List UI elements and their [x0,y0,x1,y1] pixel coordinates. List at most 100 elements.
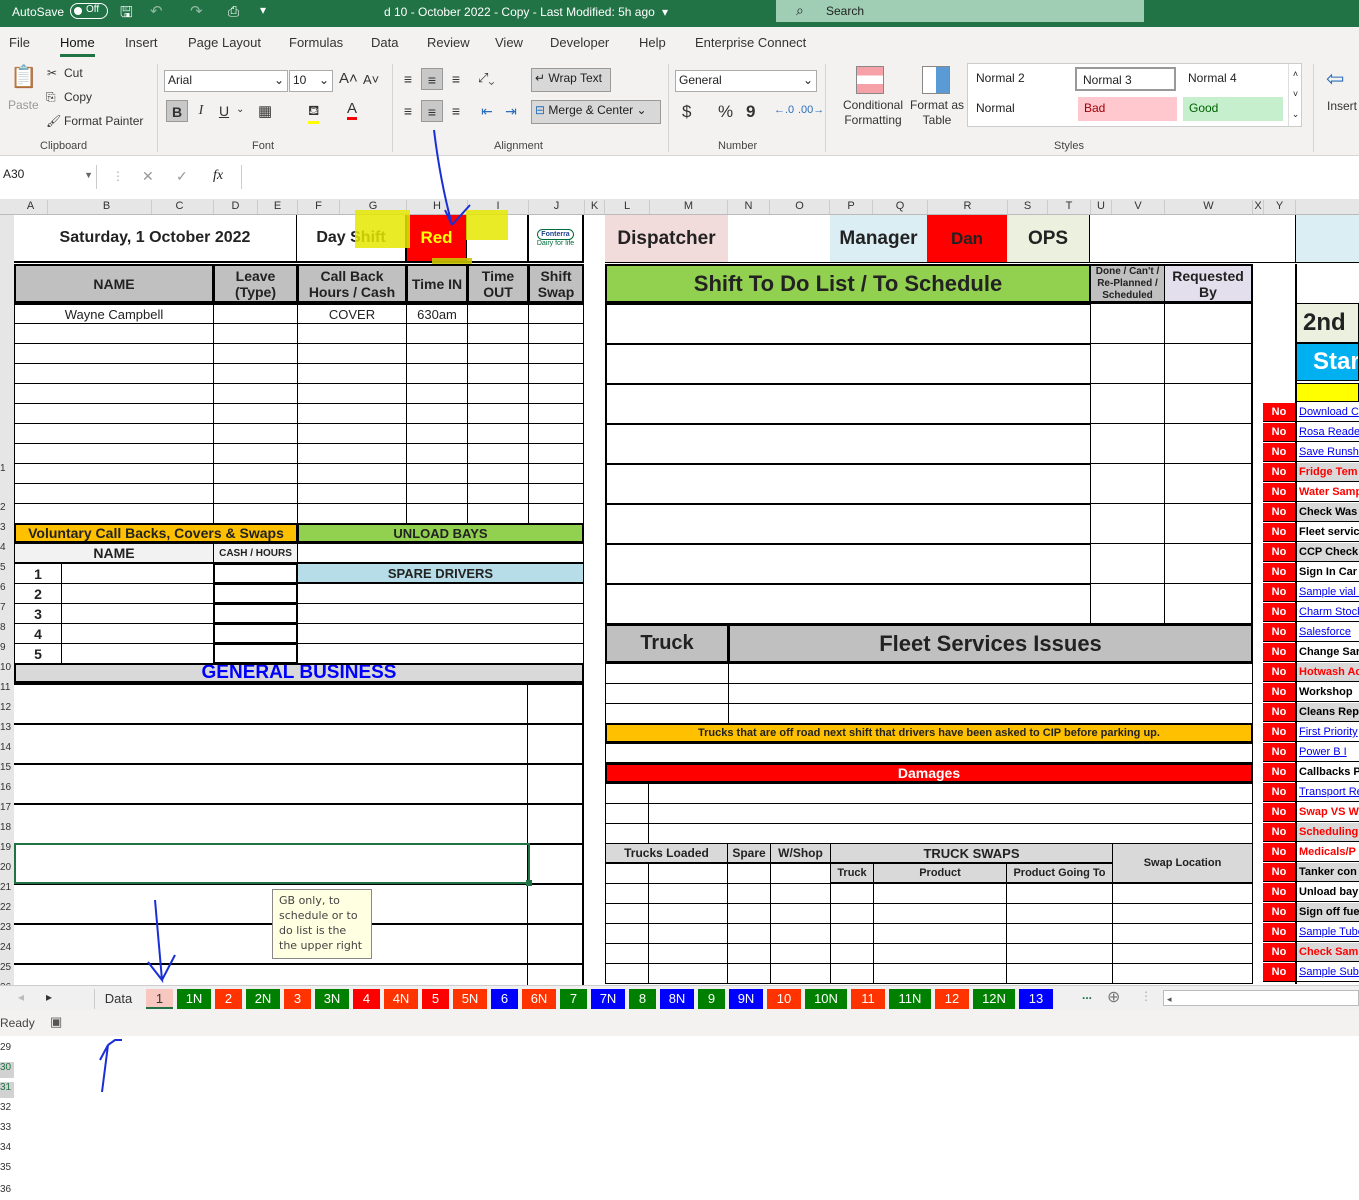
truck-swap-cell[interactable] [1006,883,1113,904]
row-header-19[interactable]: 19 [0,842,14,858]
undo-icon[interactable]: ↶ [150,2,163,20]
truck-swap-cell[interactable] [605,883,649,904]
column-header-h[interactable]: H [407,200,468,214]
sheet-tab-3[interactable]: 3 [284,989,311,1009]
accessibility-icon[interactable]: ▣ [50,1014,62,1030]
selected-cell-a30[interactable] [14,843,530,884]
increase-indent-icon[interactable]: ⇥ [500,100,522,122]
truck-swap-cell[interactable] [873,963,1007,984]
roster-swap-cell[interactable] [528,403,584,424]
truck-swap-cell[interactable] [727,963,771,984]
row-header-9[interactable]: 9 [0,642,14,658]
tab-splitter[interactable]: ⋮ [1140,989,1152,1003]
sheet-tab-9[interactable]: 9 [698,989,725,1009]
roster-callback-cell[interactable] [297,403,407,424]
todo-item-cell[interactable] [605,503,1091,544]
increase-decimal-icon[interactable]: ←.0 [774,104,794,116]
borders-icon[interactable]: ▦ [258,102,272,120]
roster-callback-cell[interactable] [297,443,407,464]
roster-time_out-cell[interactable] [467,383,529,404]
truck-swap-cell[interactable] [648,883,728,904]
roster-time_in-cell[interactable] [406,323,468,344]
truck-swap-cell[interactable] [648,903,728,924]
dispatcher-value[interactable] [728,215,831,263]
roster-time_out-cell[interactable] [467,403,529,424]
truck-swap-cell[interactable] [873,903,1007,924]
roster-time_out-cell[interactable] [467,323,529,344]
voluntary-cash-cell[interactable] [213,623,298,644]
damage-desc-cell[interactable] [648,823,1253,844]
align-left-icon[interactable]: ≡ [397,100,419,122]
sheet-tab-13[interactable]: 13 [1019,989,1053,1009]
trucks-loaded-cell[interactable] [727,863,771,884]
general-business-cell[interactable] [14,723,529,764]
row-header-17[interactable]: 17 [0,802,14,818]
todo-item-cell[interactable] [605,423,1091,464]
voluntary-cash-cell[interactable] [213,643,298,664]
roster-callback-cell[interactable] [297,343,407,364]
roster-callback-cell[interactable] [297,503,407,524]
tab-view[interactable]: View [495,35,523,50]
truck-swap-cell[interactable] [830,923,874,944]
roster-time_in-cell[interactable] [406,443,468,464]
tab-data[interactable]: Data [371,35,398,50]
roster-name-cell[interactable] [14,443,214,464]
truck-swap-cell[interactable] [727,903,771,924]
checklist-task[interactable]: Salesforce [1297,623,1359,642]
roster-time_in-cell[interactable] [406,503,468,524]
roster-time_in-cell[interactable] [406,463,468,484]
truck-swap-cell[interactable] [770,943,831,964]
row-header-24[interactable]: 24 [0,942,14,958]
row-header-21[interactable]: 21 [0,882,14,898]
voluntary-name-cell[interactable] [61,583,214,604]
styles-scroll[interactable]: ˄ ˅ ⌄ [1288,64,1302,126]
column-header-q[interactable]: Q [873,200,928,214]
sheet-tab-1n[interactable]: 1N [177,989,211,1009]
checklist-task[interactable]: Sample vial S [1297,583,1359,602]
copy-button[interactable]: Copy [64,90,92,104]
todo-item-cell[interactable] [605,543,1091,584]
column-header-u[interactable]: U [1091,200,1112,214]
roster-leave-cell[interactable] [213,503,298,524]
roster-time_out-cell[interactable] [467,483,529,504]
truck-swap-cell[interactable] [727,943,771,964]
sheet-tab-9n[interactable]: 9N [729,989,763,1009]
truck-swap-cell[interactable] [1112,903,1253,924]
checklist-task[interactable]: Charm Stock [1297,603,1359,622]
todo-requested-cell[interactable] [1164,583,1253,624]
column-header-a[interactable]: A [14,200,48,214]
roster-time_out-cell[interactable] [467,503,529,524]
title-dropdown-icon[interactable]: ▾ [662,5,668,19]
todo-item-cell[interactable] [605,463,1091,504]
column-header-k[interactable]: K [585,200,605,214]
format-as-table-button[interactable]: Format as Table [908,98,966,128]
row-header-5[interactable]: 5 [0,562,14,578]
general-business-side-cell[interactable] [528,763,584,804]
general-business-cell[interactable] [14,803,529,844]
scroll-left-icon[interactable]: ◂ [1164,994,1172,1004]
row-header-3[interactable]: 3 [0,522,14,538]
shrink-font-button[interactable]: A˅ [363,72,379,87]
column-header-c[interactable]: C [146,200,214,214]
todo-item-cell[interactable] [605,303,1091,344]
percent-button[interactable]: % [718,102,733,122]
sheet-tab-11[interactable]: 11 [851,989,885,1009]
todo-requested-cell[interactable] [1164,543,1253,584]
sheet-tab-12[interactable]: 12 [935,989,969,1009]
fill-color-icon[interactable]: ⛾ [308,102,320,124]
general-business-side-cell[interactable] [528,683,584,724]
roster-swap-cell[interactable] [528,363,584,384]
damage-desc-cell[interactable] [648,803,1253,824]
todo-requested-cell[interactable] [1164,343,1253,384]
general-business-cell[interactable] [14,763,529,804]
general-business-side-cell[interactable] [528,803,584,844]
tab-home[interactable]: Home [60,35,95,57]
truck-swap-cell[interactable] [1112,883,1253,904]
wrap-text-button[interactable]: ↵ Wrap Text [531,68,611,92]
sheet-tab-7n[interactable]: 7N [591,989,625,1009]
truck-swap-cell[interactable] [605,943,649,964]
roster-name-cell[interactable] [14,503,214,524]
truck-swap-cell[interactable] [1112,923,1253,944]
spare-driver-cell[interactable] [297,603,584,624]
roster-time_out-cell[interactable] [467,343,529,364]
